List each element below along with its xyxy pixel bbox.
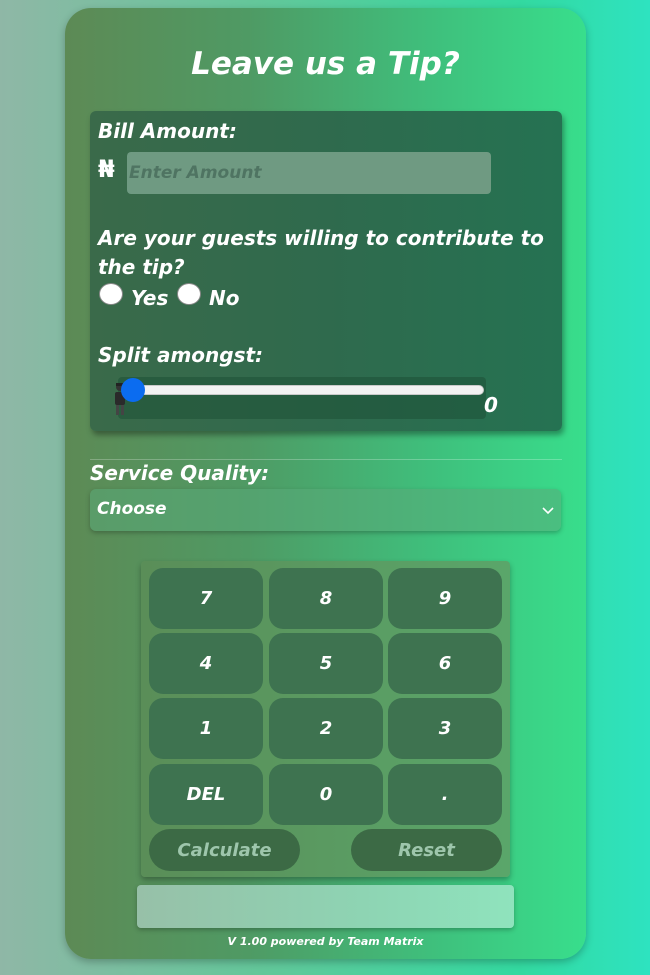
key-7[interactable]: 7	[149, 568, 263, 629]
chevron-down-icon	[542, 507, 554, 515]
key-0[interactable]: 0	[269, 764, 383, 825]
key-1[interactable]: 1	[149, 698, 263, 759]
result-display	[137, 885, 514, 928]
key-5[interactable]: 5	[269, 633, 383, 694]
page-title: Leave us a Tip?	[191, 46, 460, 82]
radio-yes-label: Yes	[131, 286, 169, 310]
split-label: Split amongst:	[98, 343, 264, 367]
split-slider-thumb[interactable]	[121, 378, 145, 402]
key-3[interactable]: 3	[388, 698, 502, 759]
radio-yes[interactable]	[99, 283, 123, 305]
input-panel: Bill Amount: ₦ Are your guests willing t…	[90, 111, 562, 431]
key-6[interactable]: 6	[388, 633, 502, 694]
split-slider[interactable]	[130, 385, 484, 395]
bill-amount-label: Bill Amount:	[98, 119, 237, 143]
tip-card: Leave us a Tip? Bill Amount: ₦ Are your …	[65, 8, 586, 959]
calculate-button[interactable]: Calculate	[149, 829, 300, 871]
service-quality-select[interactable]: Choose	[90, 489, 561, 531]
service-quality-label: Service Quality:	[90, 461, 270, 485]
key-decimal[interactable]: .	[388, 764, 502, 825]
section-divider	[90, 459, 562, 460]
radio-no-label: No	[209, 286, 240, 310]
key-del[interactable]: DEL	[149, 764, 263, 825]
key-2[interactable]: 2	[269, 698, 383, 759]
split-value: 0	[484, 393, 498, 417]
key-8[interactable]: 8	[269, 568, 383, 629]
footer-version: V 1.00 powered by Team Matrix	[227, 935, 424, 948]
slider-background	[118, 377, 486, 419]
guests-question: Are your guests willing to contribute to…	[98, 226, 544, 279]
radio-no[interactable]	[177, 283, 201, 305]
key-4[interactable]: 4	[149, 633, 263, 694]
service-quality-value: Choose	[97, 499, 167, 519]
reset-button[interactable]: Reset	[351, 829, 502, 871]
currency-symbol: ₦	[98, 155, 115, 183]
key-9[interactable]: 9	[388, 568, 502, 629]
keypad: 7 8 9 4 5 6 1 2 3 DEL 0 . Calculate Rese…	[141, 561, 510, 877]
bill-amount-input[interactable]	[127, 152, 491, 194]
